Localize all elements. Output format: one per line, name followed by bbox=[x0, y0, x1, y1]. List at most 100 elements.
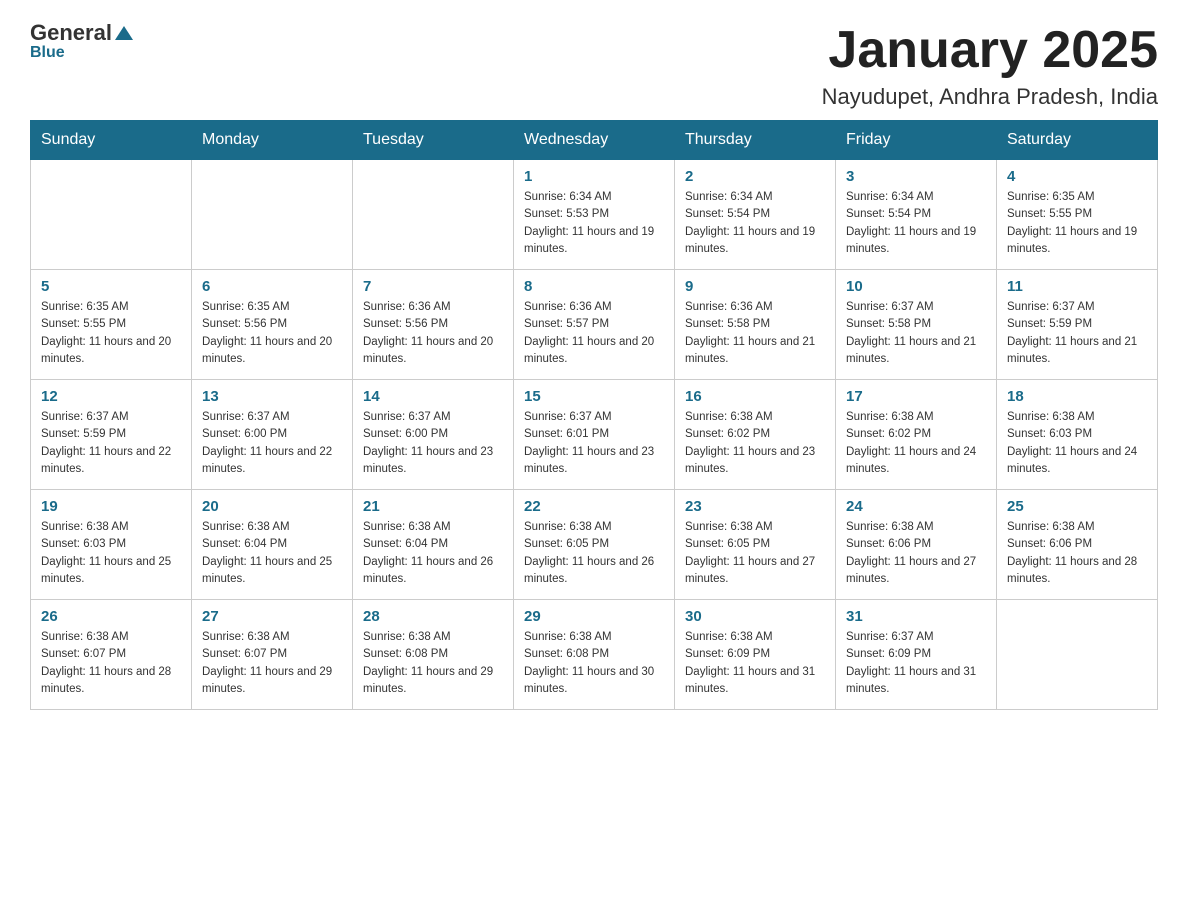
week-row-2: 5Sunrise: 6:35 AMSunset: 5:55 PMDaylight… bbox=[31, 270, 1158, 380]
day-number: 4 bbox=[1007, 168, 1147, 185]
header-sunday: Sunday bbox=[31, 121, 192, 160]
day-number: 24 bbox=[846, 498, 986, 515]
day-info: Sunrise: 6:35 AMSunset: 5:55 PMDaylight:… bbox=[41, 299, 181, 368]
day-number: 26 bbox=[41, 608, 181, 625]
day-info: Sunrise: 6:34 AMSunset: 5:53 PMDaylight:… bbox=[524, 189, 664, 258]
calendar-cell: 31 Sunrise: 6:37 AMSunset: 6:09 PMDayligh… bbox=[836, 600, 997, 710]
day-info: Sunrise: 6:37 AMSunset: 6:00 PMDaylight:… bbox=[202, 409, 342, 478]
page-header: General Blue January 2025 Nayudupet, And… bbox=[30, 20, 1158, 110]
day-info: Sunrise: 6:38 AMSunset: 6:06 PMDaylight:… bbox=[1007, 519, 1147, 588]
calendar-cell: 27Sunrise: 6:38 AMSunset: 6:07 PMDayligh… bbox=[192, 600, 353, 710]
day-info: Sunrise: 6:36 AMSunset: 5:58 PMDaylight:… bbox=[685, 299, 825, 368]
calendar-cell: 24 Sunrise: 6:38 AMSunset: 6:06 PMDayligh… bbox=[836, 490, 997, 600]
day-number: 6 bbox=[202, 278, 342, 295]
day-info: Sunrise: 6:37 AMSunset: 5:59 PMDaylight:… bbox=[1007, 299, 1147, 368]
day-info: Sunrise: 6:38 AMSunset: 6:04 PMDaylight:… bbox=[202, 519, 342, 588]
calendar-cell: 26 Sunrise: 6:38 AMSunset: 6:07 PMDayligh… bbox=[31, 600, 192, 710]
calendar-cell bbox=[31, 160, 192, 270]
location-title: Nayudupet, Andhra Pradesh, India bbox=[822, 84, 1158, 110]
day-number: 13 bbox=[202, 388, 342, 405]
day-number: 12 bbox=[41, 388, 181, 405]
logo-text: General bbox=[30, 20, 136, 46]
week-row-1: 1Sunrise: 6:34 AMSunset: 5:53 PMDaylight… bbox=[31, 160, 1158, 270]
header-saturday: Saturday bbox=[997, 121, 1158, 160]
calendar-table: SundayMondayTuesdayWednesdayThursdayFrid… bbox=[30, 120, 1158, 710]
calendar-cell bbox=[192, 160, 353, 270]
calendar-header-row: SundayMondayTuesdayWednesdayThursdayFrid… bbox=[31, 121, 1158, 160]
day-number: 16 bbox=[685, 388, 825, 405]
month-title: January 2025 bbox=[822, 20, 1158, 80]
day-number: 15 bbox=[524, 388, 664, 405]
calendar-cell: 17 Sunrise: 6:38 AMSunset: 6:02 PMDayligh… bbox=[836, 380, 997, 490]
day-number: 25 bbox=[1007, 498, 1147, 515]
day-number: 29 bbox=[524, 608, 664, 625]
calendar-cell: 7Sunrise: 6:36 AMSunset: 5:56 PMDaylight… bbox=[353, 270, 514, 380]
day-number: 20 bbox=[202, 498, 342, 515]
calendar-cell: 13 Sunrise: 6:37 AMSunset: 6:00 PMDayligh… bbox=[192, 380, 353, 490]
day-info: Sunrise: 6:38 AMSunset: 6:02 PMDaylight:… bbox=[846, 409, 986, 478]
day-number: 31 bbox=[846, 608, 986, 625]
calendar-cell: 30 Sunrise: 6:38 AMSunset: 6:09 PMDayligh… bbox=[675, 600, 836, 710]
calendar-cell: 14 Sunrise: 6:37 AMSunset: 6:00 PMDayligh… bbox=[353, 380, 514, 490]
day-info: Sunrise: 6:38 AMSunset: 6:08 PMDaylight:… bbox=[363, 629, 503, 698]
day-info: Sunrise: 6:38 AMSunset: 6:06 PMDaylight:… bbox=[846, 519, 986, 588]
day-info: Sunrise: 6:38 AMSunset: 6:05 PMDaylight:… bbox=[524, 519, 664, 588]
calendar-cell: 6Sunrise: 6:35 AMSunset: 5:56 PMDaylight… bbox=[192, 270, 353, 380]
day-number: 9 bbox=[685, 278, 825, 295]
week-row-3: 12 Sunrise: 6:37 AMSunset: 5:59 PMDayligh… bbox=[31, 380, 1158, 490]
day-info: Sunrise: 6:37 AMSunset: 6:09 PMDaylight:… bbox=[846, 629, 986, 698]
day-number: 21 bbox=[363, 498, 503, 515]
day-number: 14 bbox=[363, 388, 503, 405]
calendar-cell bbox=[353, 160, 514, 270]
header-wednesday: Wednesday bbox=[514, 121, 675, 160]
day-info: Sunrise: 6:38 AMSunset: 6:03 PMDaylight:… bbox=[41, 519, 181, 588]
day-number: 3 bbox=[846, 168, 986, 185]
calendar-cell: 8Sunrise: 6:36 AMSunset: 5:57 PMDaylight… bbox=[514, 270, 675, 380]
day-info: Sunrise: 6:36 AMSunset: 5:56 PMDaylight:… bbox=[363, 299, 503, 368]
header-tuesday: Tuesday bbox=[353, 121, 514, 160]
day-number: 11 bbox=[1007, 278, 1147, 295]
calendar-cell: 18 Sunrise: 6:38 AMSunset: 6:03 PMDayligh… bbox=[997, 380, 1158, 490]
logo: General Blue bbox=[30, 20, 136, 62]
logo-general: General bbox=[30, 20, 112, 46]
day-info: Sunrise: 6:34 AMSunset: 5:54 PMDaylight:… bbox=[685, 189, 825, 258]
calendar-cell: 25 Sunrise: 6:38 AMSunset: 6:06 PMDayligh… bbox=[997, 490, 1158, 600]
calendar-cell: 23 Sunrise: 6:38 AMSunset: 6:05 PMDayligh… bbox=[675, 490, 836, 600]
day-number: 17 bbox=[846, 388, 986, 405]
title-section: January 2025 Nayudupet, Andhra Pradesh, … bbox=[822, 20, 1158, 110]
day-number: 2 bbox=[685, 168, 825, 185]
logo-blue-text: Blue bbox=[30, 44, 65, 62]
header-monday: Monday bbox=[192, 121, 353, 160]
day-number: 23 bbox=[685, 498, 825, 515]
day-info: Sunrise: 6:37 AMSunset: 6:01 PMDaylight:… bbox=[524, 409, 664, 478]
calendar-cell: 16 Sunrise: 6:38 AMSunset: 6:02 PMDayligh… bbox=[675, 380, 836, 490]
week-row-4: 19Sunrise: 6:38 AMSunset: 6:03 PMDayligh… bbox=[31, 490, 1158, 600]
day-info: Sunrise: 6:38 AMSunset: 6:05 PMDaylight:… bbox=[685, 519, 825, 588]
day-info: Sunrise: 6:38 AMSunset: 6:04 PMDaylight:… bbox=[363, 519, 503, 588]
day-info: Sunrise: 6:37 AMSunset: 5:59 PMDaylight:… bbox=[41, 409, 181, 478]
day-info: Sunrise: 6:38 AMSunset: 6:02 PMDaylight:… bbox=[685, 409, 825, 478]
day-info: Sunrise: 6:36 AMSunset: 5:57 PMDaylight:… bbox=[524, 299, 664, 368]
calendar-cell: 11 Sunrise: 6:37 AMSunset: 5:59 PMDayligh… bbox=[997, 270, 1158, 380]
day-number: 18 bbox=[1007, 388, 1147, 405]
calendar-cell: 28Sunrise: 6:38 AMSunset: 6:08 PMDayligh… bbox=[353, 600, 514, 710]
day-info: Sunrise: 6:38 AMSunset: 6:07 PMDaylight:… bbox=[41, 629, 181, 698]
day-number: 30 bbox=[685, 608, 825, 625]
calendar-cell: 19Sunrise: 6:38 AMSunset: 6:03 PMDayligh… bbox=[31, 490, 192, 600]
calendar-cell: 22 Sunrise: 6:38 AMSunset: 6:05 PMDayligh… bbox=[514, 490, 675, 600]
header-friday: Friday bbox=[836, 121, 997, 160]
day-number: 22 bbox=[524, 498, 664, 515]
calendar-cell: 10 Sunrise: 6:37 AMSunset: 5:58 PMDayligh… bbox=[836, 270, 997, 380]
day-info: Sunrise: 6:38 AMSunset: 6:09 PMDaylight:… bbox=[685, 629, 825, 698]
day-info: Sunrise: 6:37 AMSunset: 6:00 PMDaylight:… bbox=[363, 409, 503, 478]
calendar-cell bbox=[997, 600, 1158, 710]
day-info: Sunrise: 6:35 AMSunset: 5:55 PMDaylight:… bbox=[1007, 189, 1147, 258]
calendar-cell: 20 Sunrise: 6:38 AMSunset: 6:04 PMDayligh… bbox=[192, 490, 353, 600]
day-info: Sunrise: 6:34 AMSunset: 5:54 PMDaylight:… bbox=[846, 189, 986, 258]
day-number: 10 bbox=[846, 278, 986, 295]
day-number: 27 bbox=[202, 608, 342, 625]
day-info: Sunrise: 6:38 AMSunset: 6:03 PMDaylight:… bbox=[1007, 409, 1147, 478]
calendar-cell: 5Sunrise: 6:35 AMSunset: 5:55 PMDaylight… bbox=[31, 270, 192, 380]
day-info: Sunrise: 6:37 AMSunset: 5:58 PMDaylight:… bbox=[846, 299, 986, 368]
calendar-cell: 4 Sunrise: 6:35 AMSunset: 5:55 PMDaylight… bbox=[997, 160, 1158, 270]
